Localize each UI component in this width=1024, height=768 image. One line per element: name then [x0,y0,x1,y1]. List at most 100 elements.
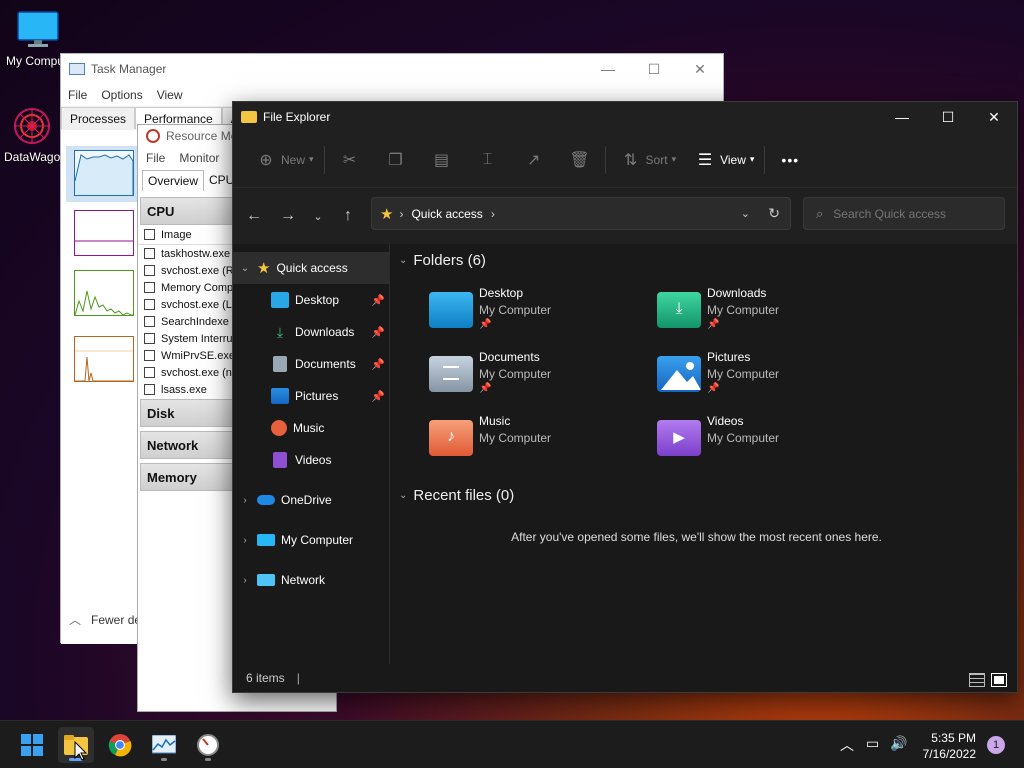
process-checkbox[interactable] [144,350,155,361]
folders-group-header[interactable]: ⌄ Folders (6) [399,252,486,269]
cpu-mini-graph[interactable] [74,150,134,196]
search-input[interactable] [833,206,984,221]
minimize-button[interactable]: — [585,54,631,84]
desktop-icon-datawagon[interactable]: DataWagon [0,106,67,164]
menu-options[interactable]: Options [101,88,142,102]
delete-button[interactable]: 🗑 [565,144,595,176]
chevron-right-icon[interactable]: › [233,575,257,586]
breadcrumb-quick-access[interactable]: Quick access [411,207,482,221]
nav-music[interactable]: Music [233,412,389,444]
process-checkbox[interactable] [144,367,155,378]
process-checkbox[interactable] [144,384,155,395]
notification-badge[interactable]: 1 [987,736,1005,754]
start-button[interactable] [14,727,50,763]
folder-tile-downloads[interactable]: ⤓ Downloads My Computer 📌 [657,286,877,342]
minimize-button[interactable]: — [879,102,925,132]
back-button[interactable]: ← [237,207,271,225]
up-button[interactable]: ↑ [331,207,365,225]
volume-icon[interactable]: 🔊 [890,735,907,752]
taskbar-resource-monitor[interactable] [190,727,226,763]
close-button[interactable]: ✕ [971,102,1017,132]
task-manager-title: Task Manager [91,62,167,76]
cut-button[interactable]: ✂ [335,144,365,176]
clock-date: 7/16/2022 [922,747,976,761]
menu-file[interactable]: File [146,151,165,165]
maximize-button[interactable]: ☐ [631,54,677,84]
select-all-checkbox[interactable] [144,229,155,240]
refresh-button[interactable]: ↻ [768,205,780,222]
process-checkbox[interactable] [144,333,155,344]
process-checkbox[interactable] [144,265,155,276]
tiles-view-button[interactable] [991,673,1007,687]
close-button[interactable]: ✕ [677,54,723,84]
tab-overview[interactable]: Overview [142,169,205,191]
scissors-icon: ✂ [342,151,357,169]
address-dropdown-button[interactable]: ⌄ [741,207,750,220]
folder-tile-documents[interactable]: Documents My Computer 📌 [429,350,649,406]
network-status-icon[interactable]: ▭ [866,735,879,752]
nav-pictures[interactable]: Pictures 📌 [233,380,389,412]
view-button[interactable]: ☰ View ▾ [690,144,755,176]
menu-file[interactable]: File [68,88,87,102]
folder-tile-music[interactable]: ♪ Music My Computer [429,414,649,470]
process-checkbox[interactable] [144,299,155,310]
maximize-button[interactable]: ☐ [925,102,971,132]
image-column-header[interactable]: Image [161,229,192,241]
pictures-icon [271,388,289,404]
star-icon: ★ [257,260,271,277]
nav-onedrive[interactable]: › OneDrive [233,484,389,516]
nav-network[interactable]: › Network [233,564,389,596]
share-button[interactable]: ↗ [519,144,549,176]
view-label: View [720,152,746,167]
file-explorer-window[interactable]: File Explorer — ☐ ✕ ⊕ New ▾ ✂ ❐ ▤ ⌶ ↗ 🗑 … [232,101,1018,693]
folder-tile-desktop[interactable]: Desktop My Computer 📌 [429,286,649,342]
rename-button[interactable]: ⌶ [473,144,503,176]
file-explorer-icon [241,111,257,123]
sort-button[interactable]: ⇅ Sort ▾ [616,144,677,176]
disk-mini-graph[interactable] [74,270,134,316]
nav-label: Pictures [295,389,339,403]
chevron-expanded-icon[interactable]: ⌄ [233,263,257,274]
chevron-down-icon: ▾ [671,154,677,164]
paste-button[interactable]: ▤ [427,144,457,176]
content-pane: ⌄ Folders (6) Desktop My Computer 📌 ⤓ Do… [391,244,1018,664]
nav-downloads[interactable]: ⤓ Downloads 📌 [233,316,389,348]
nav-my-computer[interactable]: › My Computer [233,524,389,556]
network-mini-graph[interactable] [74,336,134,382]
menu-monitor[interactable]: Monitor [179,151,219,165]
nav-documents[interactable]: Documents 📌 [233,348,389,380]
chrome-icon [108,734,132,757]
fewer-details-link[interactable]: ︿ Fewer de [69,611,141,628]
process-checkbox[interactable] [144,282,155,293]
chevron-right-icon[interactable]: › [233,535,257,546]
memory-mini-graph[interactable] [74,210,134,256]
process-checkbox[interactable] [144,316,155,327]
search-box[interactable]: ⌕ [803,197,1005,230]
forward-button[interactable]: → [271,207,305,225]
folder-tile-videos[interactable]: ▶ Videos My Computer [657,414,877,470]
nav-quick-access[interactable]: ⌄ ★ Quick access [233,252,389,284]
clipboard-icon: ▤ [433,151,450,169]
copy-button[interactable]: ❐ [381,144,411,176]
taskbar-task-manager[interactable] [146,727,182,763]
taskbar-chrome[interactable] [102,727,138,763]
details-view-button[interactable] [969,673,985,687]
clock[interactable]: 5:35 PM 7/16/2022 [923,730,976,762]
monitor-icon [257,534,275,546]
folder-tile-pictures[interactable]: Pictures My Computer 📌 [657,350,877,406]
music-folder-icon: ♪ [429,420,473,456]
nav-desktop[interactable]: Desktop 📌 [233,284,389,316]
tab-processes[interactable]: Processes [61,107,136,129]
chevron-right-icon[interactable]: › [233,495,257,506]
recent-locations-button[interactable]: ⌄ [305,210,331,223]
address-bar[interactable]: ★ › Quick access › ⌄ ↻ [371,197,791,230]
menu-view[interactable]: View [157,88,183,102]
show-hidden-icons-button[interactable]: ︿ [840,735,854,755]
new-button[interactable]: ⊕ New ▾ [251,144,313,176]
resource-monitor-icon [146,129,160,143]
nav-videos[interactable]: Videos [233,444,389,476]
recent-files-group-header[interactable]: ⌄ Recent files (0) [399,487,514,504]
process-checkbox[interactable] [144,248,155,259]
pin-icon: 📌 [371,326,385,339]
see-more-button[interactable]: ••• [775,144,805,176]
